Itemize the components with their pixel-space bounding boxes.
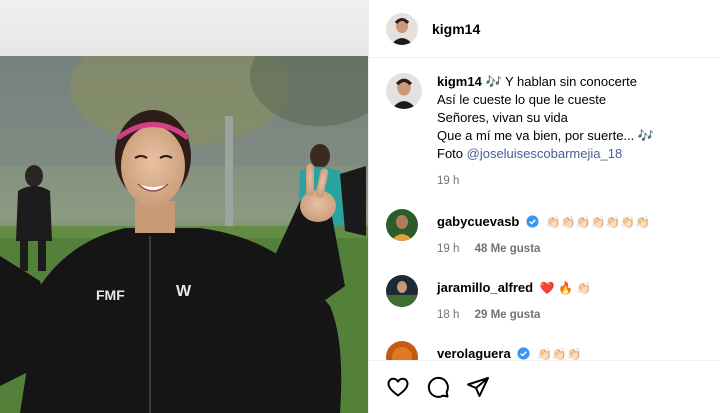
comment-text: ❤️ 🔥 👏🏻 [539,281,592,295]
comment-time: 18 h [437,309,460,321]
verified-badge-icon [517,347,530,360]
comment-icon [427,376,449,398]
comment-username[interactable]: gabycuevasb [437,214,519,229]
caption-username[interactable]: kigm14 [437,74,482,89]
comment-meta: 18 h 29 Me gusta [437,306,591,324]
comment-likes-button[interactable]: 29 Me gusta [475,309,541,321]
comment-item: verolaguera 👏🏻👏🏻👏🏻 [386,341,716,360]
caption-body: kigm14 🎶 Y hablan sin conocerte Así le c… [437,73,654,190]
post-side-panel: kigm14 kigm14 🎶 Y hablan sin conocerte A… [368,0,720,413]
caption-line-4: Que a mí me va bien, por suerte... 🎶 [437,128,655,143]
like-button[interactable] [386,375,410,399]
heart-icon [387,377,409,397]
comment-text: 👏🏻👏🏻👏🏻 [536,347,582,360]
comment-item: jaramillo_alfred ❤️ 🔥 👏🏻 18 h 29 Me gust… [386,275,716,324]
comment-button[interactable] [426,375,450,399]
comment-time: 19 h [437,243,460,255]
post-photo[interactable]: FMF W [0,56,368,413]
commenter-avatar[interactable] [386,341,418,360]
post-header: kigm14 [369,0,720,58]
post-photo-pane: FMF W [0,0,368,413]
brand-logo-text: W [176,283,192,300]
caption-line-2: Así le cueste lo que le cueste [437,92,607,107]
header-username[interactable]: kigm14 [432,21,480,37]
comment-body: verolaguera 👏🏻👏🏻👏🏻 [437,341,582,360]
caption: kigm14 🎶 Y hablan sin conocerte Así le c… [386,73,716,190]
action-bar [369,360,720,413]
share-button[interactable] [466,375,490,399]
comment-meta: 19 h 48 Me gusta [437,240,650,258]
photographer-mention-link[interactable]: @joseluisescobarmejia_18 [467,146,623,161]
comments-list[interactable]: kigm14 🎶 Y hablan sin conocerte Así le c… [369,59,720,360]
caption-avatar[interactable] [386,73,422,109]
post-modal: FMF W kigm14 kigm14 🎶 Y hablan sin conoc… [0,0,720,413]
commenter-avatar[interactable] [386,275,418,307]
jacket-logo-text: FMF [96,287,125,303]
comment-likes-button[interactable]: 48 Me gusta [475,243,541,255]
comment-text: 👏🏻👏🏻👏🏻👏🏻👏🏻👏🏻👏🏻 [545,215,651,229]
share-icon [467,377,489,397]
caption-time: 19 h [437,175,460,187]
comment-body: jaramillo_alfred ❤️ 🔥 👏🏻 18 h 29 Me gust… [437,275,591,324]
caption-meta: 19 h [437,172,654,190]
commenter-avatar[interactable] [386,209,418,241]
caption-photo-prefix: Foto [437,146,467,161]
caption-line-1: 🎶 Y hablan sin conocerte [485,74,638,89]
photo-letterbox [0,0,368,56]
comment-username[interactable]: verolaguera [437,346,511,360]
verified-badge-icon [526,215,539,228]
comment-item: gabycuevasb 👏🏻👏🏻👏🏻👏🏻👏🏻👏🏻👏🏻 19 h 48 Me gu… [386,209,716,258]
comment-username[interactable]: jaramillo_alfred [437,280,533,295]
comment-body: gabycuevasb 👏🏻👏🏻👏🏻👏🏻👏🏻👏🏻👏🏻 19 h 48 Me gu… [437,209,650,258]
caption-line-3: Señores, vivan su vida [437,110,568,125]
author-avatar[interactable] [386,12,418,45]
